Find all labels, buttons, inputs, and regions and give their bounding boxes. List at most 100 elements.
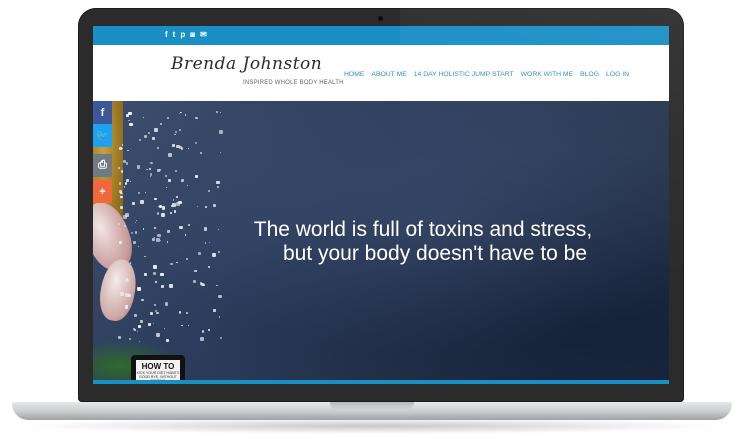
nav-item-work-with-me[interactable]: WORK WITH ME	[521, 71, 573, 78]
salt-crystal	[124, 182, 127, 185]
salt-crystal	[122, 144, 124, 146]
accent-bar	[93, 380, 669, 384]
salt-crystal	[119, 292, 124, 297]
laptop-opening-notch	[330, 402, 414, 410]
plus-icon: +	[99, 185, 106, 198]
salt-crystal	[185, 311, 188, 314]
salt-crystal	[153, 265, 158, 270]
salt-crystal	[135, 220, 137, 222]
salt-crystal	[219, 151, 221, 154]
salt-crystal	[170, 212, 172, 214]
salt-crystal	[157, 212, 160, 215]
salt-crystal	[147, 323, 151, 327]
salt-crystal	[151, 137, 155, 141]
salt-crystal	[194, 175, 198, 179]
salt-crystal	[140, 199, 144, 204]
salt-crystal	[195, 116, 198, 120]
salt-crystal	[204, 241, 207, 244]
share-facebook-button[interactable]: f	[93, 101, 112, 124]
share-more-button[interactable]: +	[93, 180, 112, 203]
salt-crystal	[118, 336, 121, 339]
instagram-icon[interactable]: ◙	[190, 30, 195, 40]
salt-crystal	[187, 184, 189, 186]
nav-item-jump-start[interactable]: 14 DAY HOLISTIC JUMP START	[414, 71, 514, 78]
twitter-icon: 🐦	[95, 130, 110, 142]
salt-crystal	[186, 258, 188, 260]
salt-crystal	[196, 205, 199, 208]
nav-item-blog[interactable]: BLOG	[580, 71, 599, 78]
salt-crystal	[184, 114, 186, 116]
salt-crystal	[166, 116, 169, 119]
salt-crystal	[133, 241, 137, 244]
salt-crystal	[219, 337, 222, 340]
nav-item-about-me[interactable]: ABOUT ME	[371, 71, 406, 78]
salt-crystal	[200, 152, 203, 155]
salt-crystal	[175, 144, 180, 149]
salt-crystal	[216, 185, 220, 189]
twitter-icon[interactable]: t	[173, 30, 176, 40]
main-nav: HOME ABOUT ME 14 DAY HOLISTIC JUMP START…	[344, 71, 629, 78]
share-print-button[interactable]: ⎙	[93, 154, 112, 177]
nav-item-log-in[interactable]: LOG IN	[606, 71, 629, 78]
salt-crystal	[154, 197, 157, 201]
salt-crystal	[144, 191, 147, 193]
nav-item-home[interactable]: HOME	[344, 71, 364, 78]
salt-crystal	[139, 139, 141, 141]
salt-crystal	[208, 190, 210, 192]
salt-crystal	[155, 238, 160, 242]
salt-crystal	[179, 225, 184, 230]
email-icon[interactable]: ✉	[200, 30, 207, 40]
salt-crystal	[167, 178, 171, 183]
salt-crystal	[168, 153, 172, 157]
salt-crystal	[219, 130, 223, 134]
salt-crystal	[121, 313, 123, 315]
salt-crystal	[149, 312, 153, 316]
salt-crystal	[136, 330, 138, 332]
salt-crystal	[140, 319, 144, 323]
salt-crystal	[212, 253, 216, 257]
salt-crystal	[160, 213, 165, 217]
salt-crystal	[156, 168, 161, 173]
salt-crystal	[129, 180, 131, 182]
salt-crystal	[173, 210, 177, 213]
salt-crystal	[160, 272, 164, 276]
salt-crystal	[120, 170, 123, 173]
hero-line-1: The world is full of toxins and stress,	[253, 218, 593, 241]
salt-crystal	[154, 128, 159, 133]
salt-crystal	[159, 239, 161, 242]
salt-crystal	[156, 147, 159, 150]
salt-crystal	[137, 324, 141, 328]
share-twitter-button[interactable]: 🐦	[93, 124, 112, 147]
salt-crystal	[128, 119, 130, 121]
salt-crystal	[180, 179, 185, 183]
salt-crystal	[193, 280, 197, 284]
salt-crystal	[201, 282, 205, 286]
salt-crystal	[164, 302, 169, 306]
salt-crystal	[167, 241, 169, 243]
salt-crystal	[130, 232, 133, 235]
site-logo[interactable]: Brenda Johnston	[171, 54, 322, 74]
facebook-icon[interactable]: f	[165, 30, 168, 40]
salt-crystal	[174, 169, 178, 172]
salt-crystal	[143, 135, 147, 139]
salt-crystal	[142, 228, 144, 230]
hero-line-2: but your body doesn't have to be	[282, 242, 588, 265]
salt-crystal	[123, 215, 127, 219]
salt-crystal	[218, 316, 221, 319]
salt-crystal	[184, 234, 186, 236]
salt-crystal	[180, 111, 182, 114]
salt-crystal	[200, 337, 204, 341]
salt-crystal	[128, 294, 132, 297]
salt-crystal	[165, 338, 169, 342]
salt-crystal	[134, 231, 138, 234]
salt-crystal	[217, 251, 220, 254]
salt-crystal	[208, 241, 211, 243]
salt-crystal	[118, 190, 122, 193]
salt-crystal	[120, 195, 123, 199]
pinterest-icon[interactable]: p	[180, 30, 185, 40]
salt-crystal	[176, 202, 180, 206]
salt-crystal	[129, 262, 132, 264]
salt-crystal	[178, 128, 182, 132]
ebook-title: HOW TO	[141, 362, 175, 371]
salt-crystal	[125, 113, 129, 118]
